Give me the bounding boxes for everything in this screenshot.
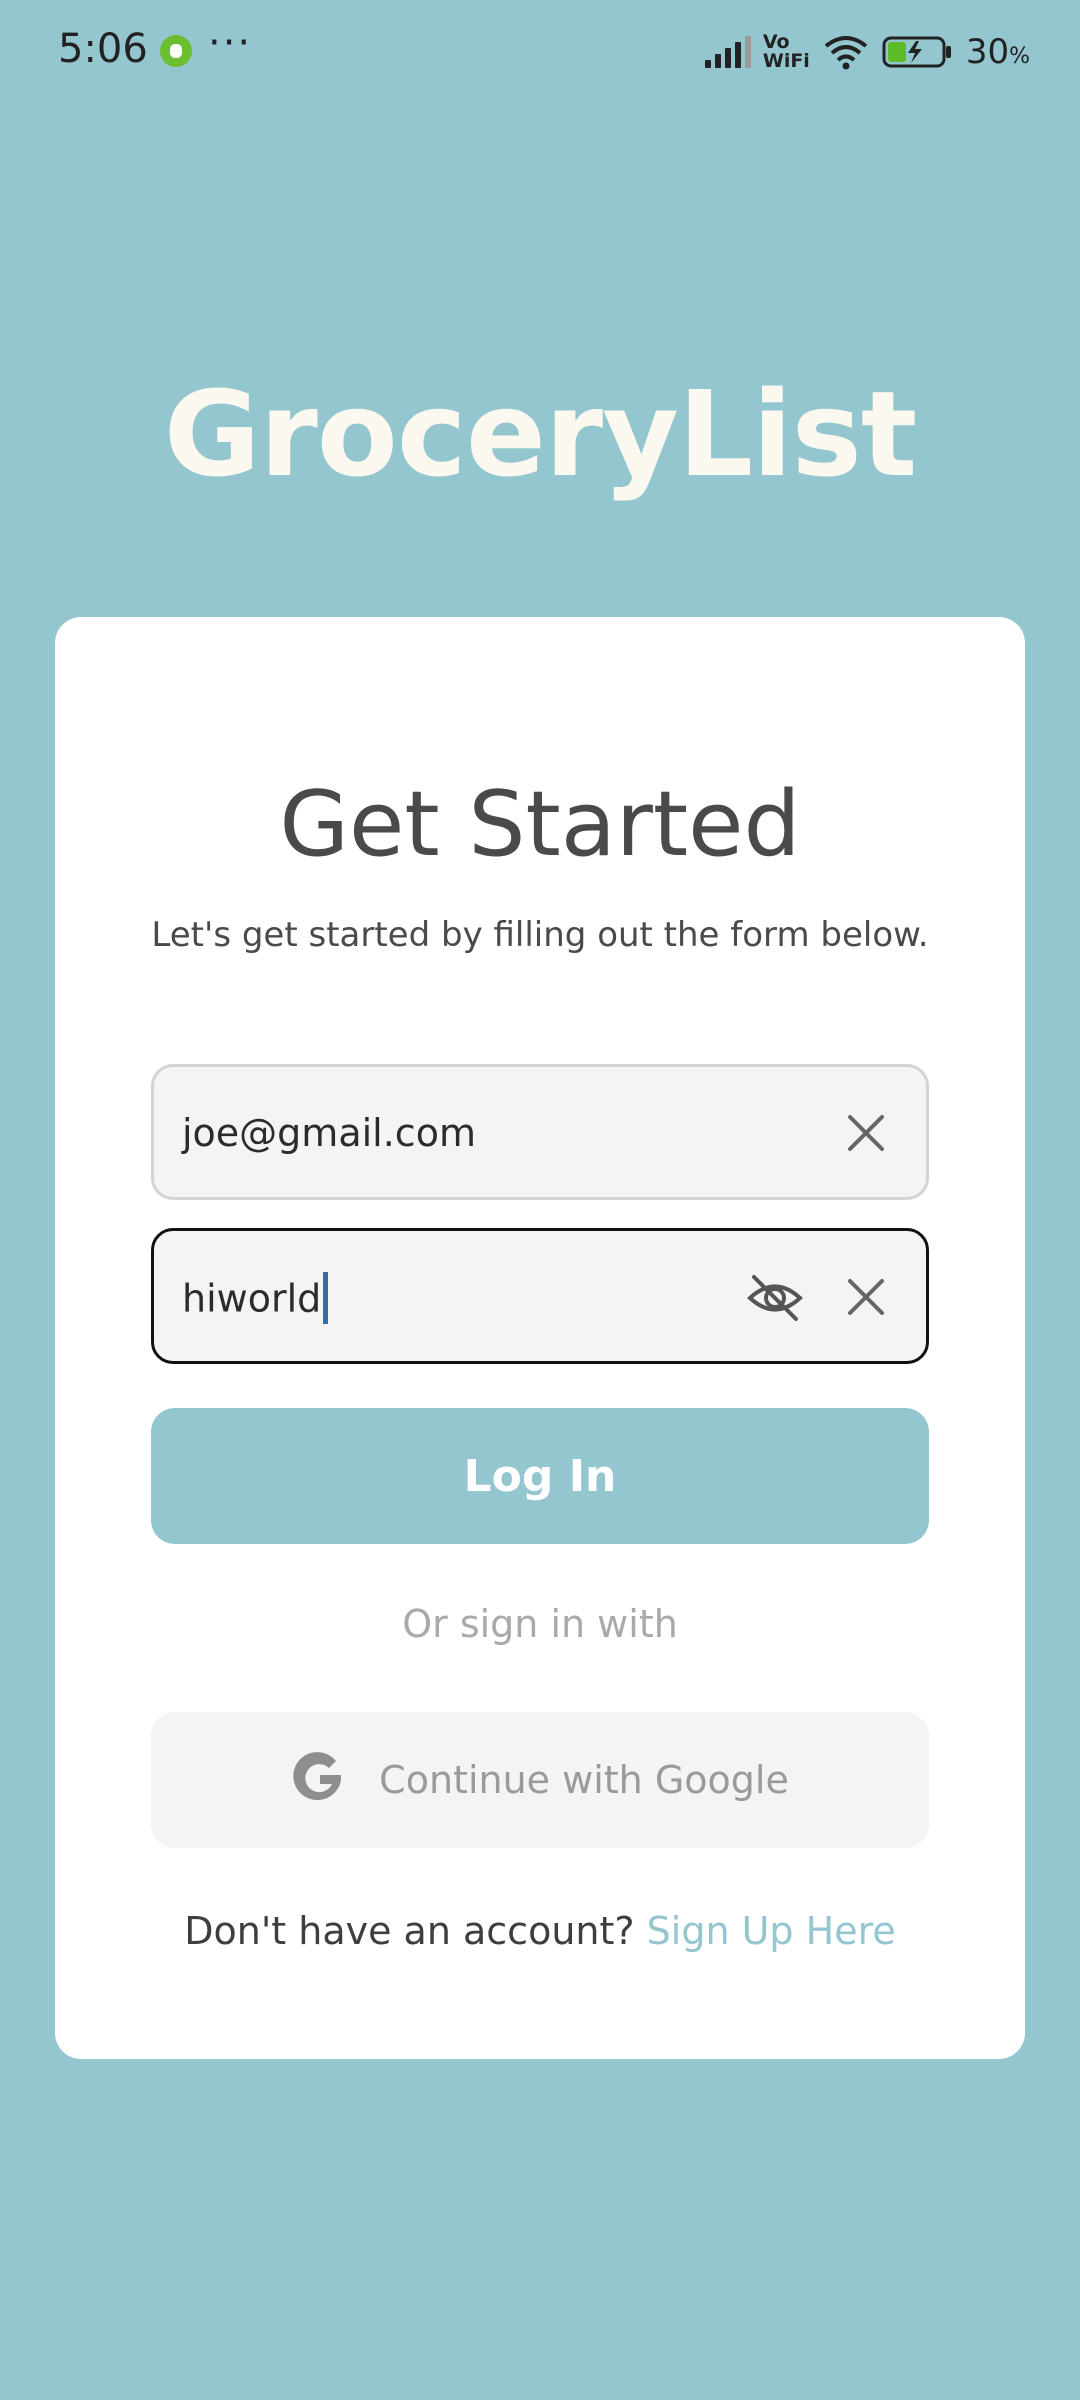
vowifi-wifi: WiFi [762,50,810,72]
visibility-off-icon[interactable] [746,1269,804,1327]
battery-percent-value: 30 [965,32,1010,72]
signup-row: Don't have an account? Sign Up Here [55,1909,1025,1953]
status-bar: 5:06 ··· Vo WiFi 30% [0,0,1080,100]
google-signin-label: Continue with Google [379,1758,789,1802]
more-notifications-icon: ··· [208,20,253,66]
status-time: 5:06 [58,26,148,72]
vowifi-indicator: Vo WiFi [763,33,810,71]
signup-link[interactable]: Sign Up Here [647,1909,896,1953]
email-field[interactable]: joe@gmail.com [151,1064,929,1200]
password-field[interactable]: hiworld [151,1228,929,1364]
battery-percent-sign: % [1009,44,1030,69]
text-cursor [323,1272,329,1324]
page-subtitle: Let's get started by filling out the for… [151,915,929,955]
battery-icon [882,35,954,69]
notification-app-icon [160,35,192,67]
page-title: Get Started [279,772,801,877]
app-title: GroceryList [163,365,918,503]
login-card: Get Started Let's get started by filling… [55,617,1025,2059]
signup-prompt: Don't have an account? [184,1909,635,1953]
password-value: hiworld [182,1276,322,1321]
clear-email-icon[interactable] [842,1109,890,1157]
login-button[interactable]: Log In [151,1408,929,1544]
google-icon [291,1751,349,1809]
screen: 5:06 ··· Vo WiFi 30% GroceryList Get Sta… [0,0,1080,2400]
email-value[interactable]: joe@gmail.com [182,1111,476,1155]
password-value-wrap[interactable]: hiworld [182,1272,329,1327]
battery-percent: 30% [966,32,1030,72]
signal-icon [704,36,751,68]
google-signin-button[interactable]: Continue with Google [151,1712,929,1848]
wifi-icon [822,34,870,70]
or-sign-in-label: Or sign in with [402,1602,678,1646]
clear-password-icon[interactable] [842,1273,890,1321]
status-icons: Vo WiFi 30% [704,26,1030,78]
